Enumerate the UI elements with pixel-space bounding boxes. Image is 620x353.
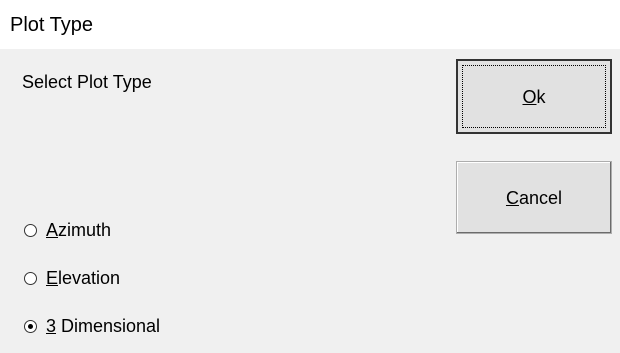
window-title: Plot Type (10, 14, 94, 36)
title-bar: Plot Type (0, 0, 620, 48)
cancel-button[interactable]: Cancel (456, 161, 612, 234)
ok-label-rest: k (536, 86, 546, 107)
dialog-body: Select Plot Type Ok Cancel Azimuth Eleva… (0, 49, 620, 353)
focus-ring: Ok (462, 65, 606, 128)
ok-mnemonic: O (522, 86, 537, 107)
cancel-label-rest: ancel (518, 187, 563, 208)
azimuth-mnemonic: A (46, 220, 59, 240)
cancel-mnemonic: C (505, 187, 519, 208)
radio-button-checked-icon[interactable] (24, 319, 37, 333)
azimuth-label-rest: zimuth (58, 220, 112, 240)
select-plot-type-label: Select Plot Type (22, 72, 152, 92)
elevation-label-rest: levation (58, 268, 121, 288)
ok-button[interactable]: Ok (456, 59, 612, 134)
radio-3-dimensional[interactable]: 3 Dimensional (24, 314, 160, 338)
radio-elevation[interactable]: Elevation (24, 266, 120, 290)
3-dimensional-mnemonic: 3 (46, 316, 57, 336)
radio-azimuth[interactable]: Azimuth (24, 218, 111, 242)
elevation-mnemonic: E (46, 268, 59, 288)
radio-button-icon[interactable] (24, 223, 37, 237)
3-dimensional-label-rest: Dimensional (56, 316, 161, 336)
radio-button-icon[interactable] (24, 271, 37, 285)
